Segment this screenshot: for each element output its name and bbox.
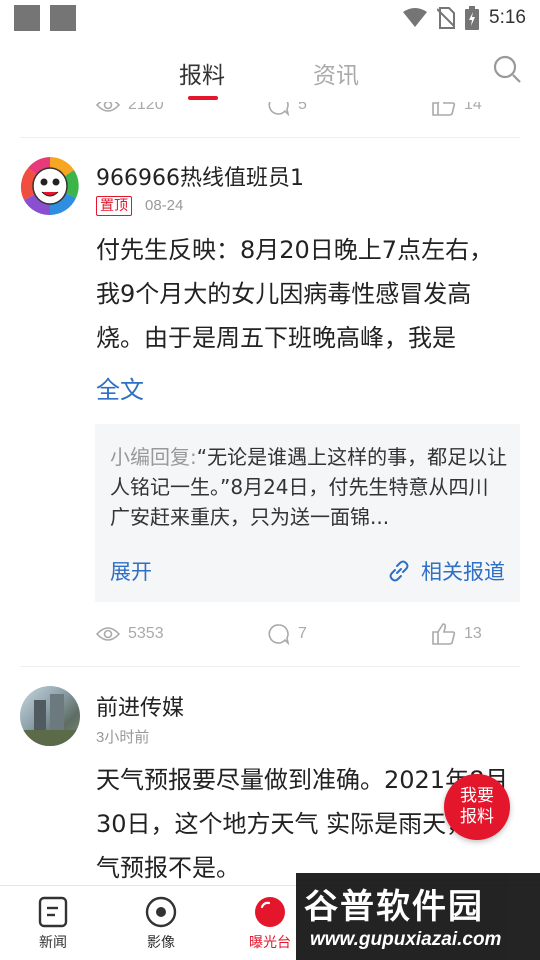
- divider: [20, 137, 520, 138]
- notification-icon: [14, 5, 40, 31]
- submit-report-button[interactable]: 我要 报料: [444, 774, 510, 840]
- view-count: 2120: [96, 102, 164, 120]
- nav-label-news: 新闻: [39, 935, 67, 951]
- battery-charging-icon: [465, 6, 480, 30]
- view-count-value: 2120: [128, 102, 164, 113]
- watermark-title: 谷普软件园: [304, 887, 484, 927]
- nav-label-video: 影像: [147, 935, 175, 951]
- search-icon[interactable]: [492, 54, 522, 84]
- expose-icon: [255, 897, 285, 927]
- status-bar: 5:16: [0, 0, 540, 38]
- watermark-overlay: 谷普软件园 www.gupuxiazai.com: [296, 873, 540, 960]
- watermark-url: www.gupuxiazai.com: [310, 929, 502, 950]
- thumbs-up-icon: [432, 623, 456, 645]
- clock: 5:16: [489, 7, 526, 28]
- view-count-value: 5353: [128, 625, 164, 642]
- post-body[interactable]: 付先生反映：8月20日晚上7点左右，我9个月大的女儿因病毒性感冒发高烧。由于是周…: [96, 228, 516, 360]
- expand-button[interactable]: 展开: [110, 556, 152, 586]
- comment-icon: [268, 624, 290, 645]
- wifi-icon: [403, 8, 428, 27]
- full-text-link[interactable]: 全文: [96, 370, 144, 405]
- comment-count-value: 7: [298, 625, 307, 642]
- nav-item-video[interactable]: 影像: [121, 892, 201, 952]
- post-date: 08-24: [145, 197, 184, 214]
- related-reports-button[interactable]: 相关报道: [387, 556, 505, 586]
- avatar[interactable]: [20, 156, 80, 216]
- like-count-value: 13: [464, 625, 482, 642]
- news-icon: [38, 896, 68, 928]
- comment-count[interactable]: 7: [268, 619, 307, 649]
- divider: [20, 666, 520, 667]
- comment-count[interactable]: 5: [268, 102, 307, 120]
- reply-prefix: 小编回复:: [110, 445, 197, 469]
- author-name[interactable]: 966966热线值班员1: [96, 160, 304, 192]
- video-icon: [145, 896, 177, 928]
- report-feed[interactable]: 2120 5 14 966966热线值班员1 置顶 08-24 付先生反映：8月…: [0, 102, 540, 885]
- pinned-badge: 置顶: [96, 196, 132, 216]
- comment-icon: [268, 102, 290, 116]
- comment-count-value: 5: [298, 102, 307, 113]
- notification-icon: [50, 5, 76, 31]
- eye-icon: [96, 102, 120, 112]
- editor-reply-text: 小编回复:“无论是谁遇上这样的事，都足以让人铭记一生。”8月24日，付先生特意从…: [110, 442, 508, 532]
- like-count[interactable]: 13: [432, 619, 482, 649]
- post-stats: 5353 7 13: [0, 619, 540, 649]
- thumbs-up-icon: [432, 102, 456, 116]
- view-count: 5353: [96, 619, 164, 649]
- submit-report-label-line1: 我要: [460, 786, 494, 806]
- editor-reply: 小编回复:“无论是谁遇上这样的事，都足以让人铭记一生。”8月24日，付先生特意从…: [95, 424, 520, 602]
- avatar[interactable]: [20, 686, 80, 746]
- nav-item-news[interactable]: 新闻: [13, 892, 93, 952]
- tab-news-info[interactable]: 资讯: [313, 56, 359, 90]
- no-sim-icon: [437, 7, 456, 29]
- top-tab-bar: 报料 资讯: [0, 38, 540, 102]
- previous-post-stats: 2120 5 14: [0, 102, 540, 120]
- tab-report[interactable]: 报料: [179, 56, 225, 90]
- link-icon: [389, 560, 409, 582]
- post-date: 3小时前: [96, 729, 150, 746]
- like-count-value: 14: [464, 102, 482, 113]
- author-name[interactable]: 前进传媒: [96, 690, 184, 722]
- active-tab-indicator: [188, 96, 218, 100]
- submit-report-label-line2: 报料: [460, 807, 494, 827]
- like-count[interactable]: 14: [432, 102, 482, 120]
- eye-icon: [96, 627, 120, 641]
- related-reports-label: 相关报道: [421, 560, 505, 584]
